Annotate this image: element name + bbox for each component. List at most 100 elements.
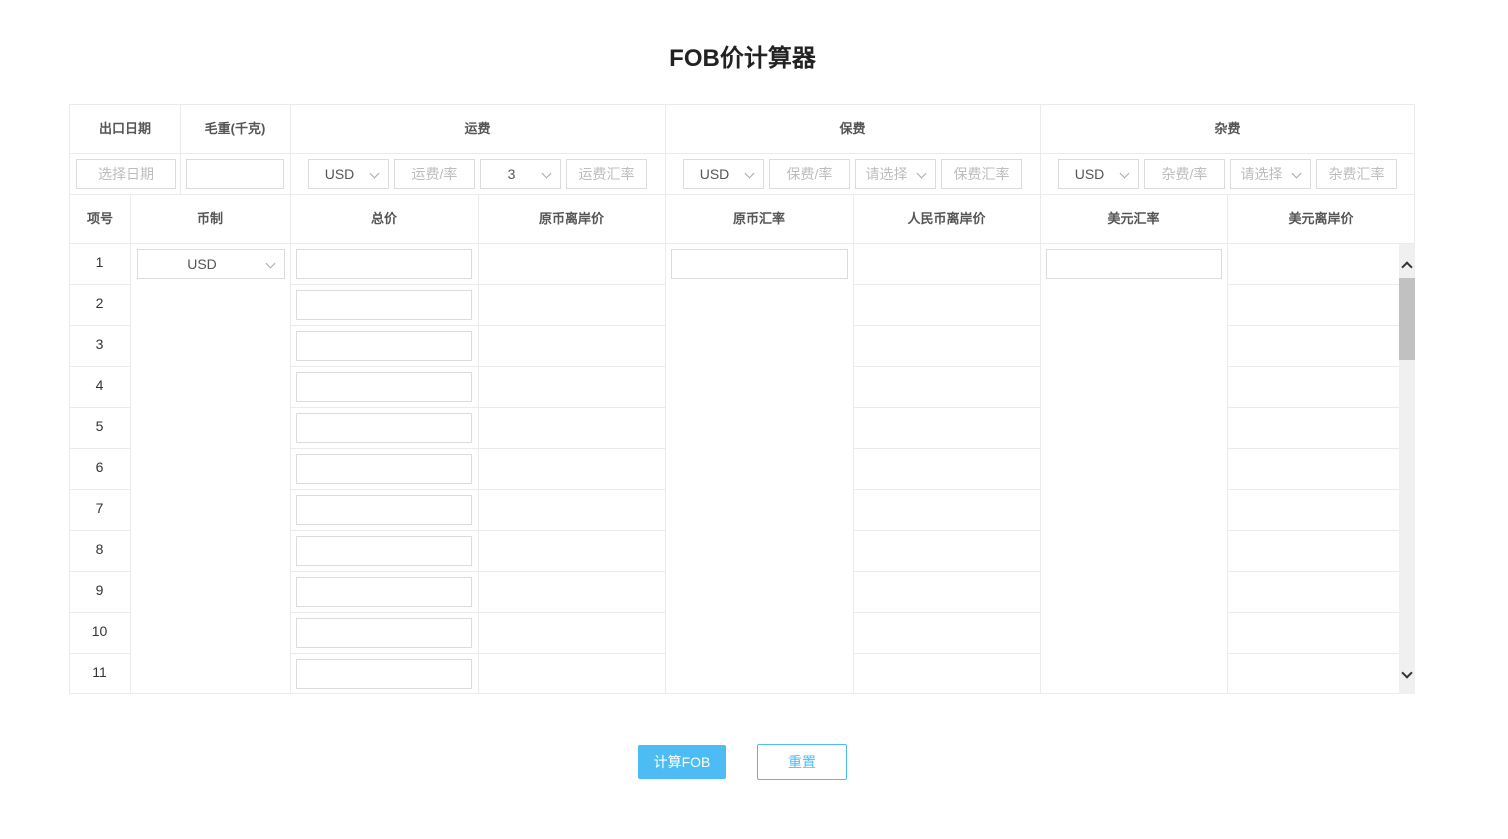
gross-weight-input[interactable] — [186, 159, 284, 189]
row-number: 4 — [95, 377, 104, 393]
fob-calculator-table: 出口日期 毛重(千克) 运费 保费 杂费 选择日期 USD 运费/率 3 运费汇… — [69, 104, 1415, 694]
freight-currency-select[interactable]: USD — [308, 159, 389, 189]
col-header-orig-fx: 原币汇率 — [732, 211, 785, 226]
row-divider — [1227, 571, 1399, 572]
row-divider — [290, 530, 665, 531]
total-price-input[interactable] — [296, 659, 472, 689]
chevron-up-icon[interactable] — [1401, 261, 1413, 273]
chevron-down-icon — [369, 168, 380, 179]
row-divider — [70, 366, 130, 367]
row-divider — [853, 366, 1040, 367]
header-export-date: 出口日期 — [98, 121, 151, 136]
table-scrollbar[interactable] — [1399, 244, 1415, 694]
col-header-orig-fob: 原币离岸价 — [538, 211, 604, 226]
row-divider — [853, 612, 1040, 613]
row-divider — [1227, 407, 1399, 408]
row-divider — [1227, 284, 1399, 285]
col-header-currency: 币制 — [196, 211, 223, 226]
export-date-picker[interactable]: 选择日期 — [76, 159, 176, 189]
total-price-input[interactable] — [296, 290, 472, 320]
row-divider — [70, 571, 130, 572]
row-divider — [853, 448, 1040, 449]
freight-fx-input[interactable]: 运费汇率 — [566, 159, 647, 189]
row-number: 10 — [91, 623, 108, 639]
row-divider — [290, 325, 665, 326]
col-header-rmb-fob: 人民币离岸价 — [907, 211, 986, 226]
row-number: 6 — [95, 459, 104, 475]
misc-mode-select[interactable]: 请选择 — [1230, 159, 1311, 189]
freight-rate-input[interactable]: 运费/率 — [394, 159, 475, 189]
row-divider — [290, 571, 665, 572]
orig-fx-input[interactable] — [671, 249, 848, 279]
insurance-currency-value: USD — [699, 166, 730, 182]
row-number: 11 — [92, 664, 107, 680]
calculate-fob-button[interactable]: 计算FOB — [638, 745, 726, 779]
total-price-input[interactable] — [296, 495, 472, 525]
usd-fx-input[interactable] — [1046, 249, 1222, 279]
freight-mode-value: 3 — [507, 166, 516, 182]
insurance-fx-input[interactable]: 保费汇率 — [941, 159, 1022, 189]
row-divider — [853, 571, 1040, 572]
row-divider — [1227, 489, 1399, 490]
chevron-down-icon — [916, 168, 927, 179]
row-currency-value: USD — [187, 256, 217, 272]
header-insurance: 保费 — [839, 121, 866, 136]
col-header-item-no: 项号 — [86, 211, 113, 226]
row-divider — [70, 530, 130, 531]
row-divider — [1227, 366, 1399, 367]
total-price-input[interactable] — [296, 331, 472, 361]
row-divider — [853, 407, 1040, 408]
total-price-input[interactable] — [296, 536, 472, 566]
row-divider — [290, 448, 665, 449]
misc-currency-select[interactable]: USD — [1058, 159, 1139, 189]
total-price-input[interactable] — [296, 249, 472, 279]
row-number: 2 — [95, 295, 104, 311]
row-divider — [290, 366, 665, 367]
insurance-currency-select[interactable]: USD — [683, 159, 764, 189]
freight-mode-select[interactable]: 3 — [480, 159, 561, 189]
total-price-input[interactable] — [296, 577, 472, 607]
row-divider — [853, 325, 1040, 326]
row-divider — [70, 284, 130, 285]
total-price-input[interactable] — [296, 454, 472, 484]
col-header-total: 总价 — [370, 211, 397, 226]
misc-rate-input[interactable]: 杂费/率 — [1144, 159, 1225, 189]
total-price-input[interactable] — [296, 618, 472, 648]
reset-button[interactable]: 重置 — [757, 744, 847, 780]
insurance-rate-input[interactable]: 保费/率 — [769, 159, 850, 189]
header-freight: 运费 — [464, 121, 491, 136]
row-number: 1 — [95, 254, 104, 270]
chevron-down-icon — [265, 258, 276, 269]
row-divider — [853, 489, 1040, 490]
row-number: 7 — [95, 500, 104, 516]
header-misc: 杂费 — [1214, 121, 1241, 136]
chevron-down-icon — [1291, 168, 1302, 179]
row-currency-select[interactable]: USD — [137, 249, 285, 279]
misc-currency-value: USD — [1074, 166, 1105, 182]
row-divider — [70, 612, 130, 613]
row-divider — [290, 612, 665, 613]
scrollbar-thumb[interactable] — [1399, 278, 1415, 360]
row-divider — [70, 653, 130, 654]
row-divider — [1227, 530, 1399, 531]
page-title: FOB价计算器 — [669, 45, 816, 72]
header-gross-weight: 毛重(千克) — [204, 121, 266, 136]
freight-currency-value: USD — [324, 166, 355, 182]
col-header-usd-fx: 美元汇率 — [1107, 211, 1160, 226]
row-divider — [70, 489, 130, 490]
misc-fx-input[interactable]: 杂费汇率 — [1316, 159, 1397, 189]
chevron-down-icon[interactable] — [1401, 667, 1413, 679]
row-divider — [853, 653, 1040, 654]
row-divider — [853, 284, 1040, 285]
row-divider — [290, 407, 665, 408]
col-header-usd-fob: 美元离岸价 — [1288, 211, 1354, 226]
total-price-input[interactable] — [296, 372, 472, 402]
row-divider — [1227, 325, 1399, 326]
row-divider — [70, 325, 130, 326]
row-divider — [290, 653, 665, 654]
row-number: 3 — [95, 336, 104, 352]
insurance-mode-value: 请选择 — [865, 166, 908, 182]
insurance-mode-select[interactable]: 请选择 — [855, 159, 936, 189]
total-price-input[interactable] — [296, 413, 472, 443]
chevron-down-icon — [744, 168, 755, 179]
